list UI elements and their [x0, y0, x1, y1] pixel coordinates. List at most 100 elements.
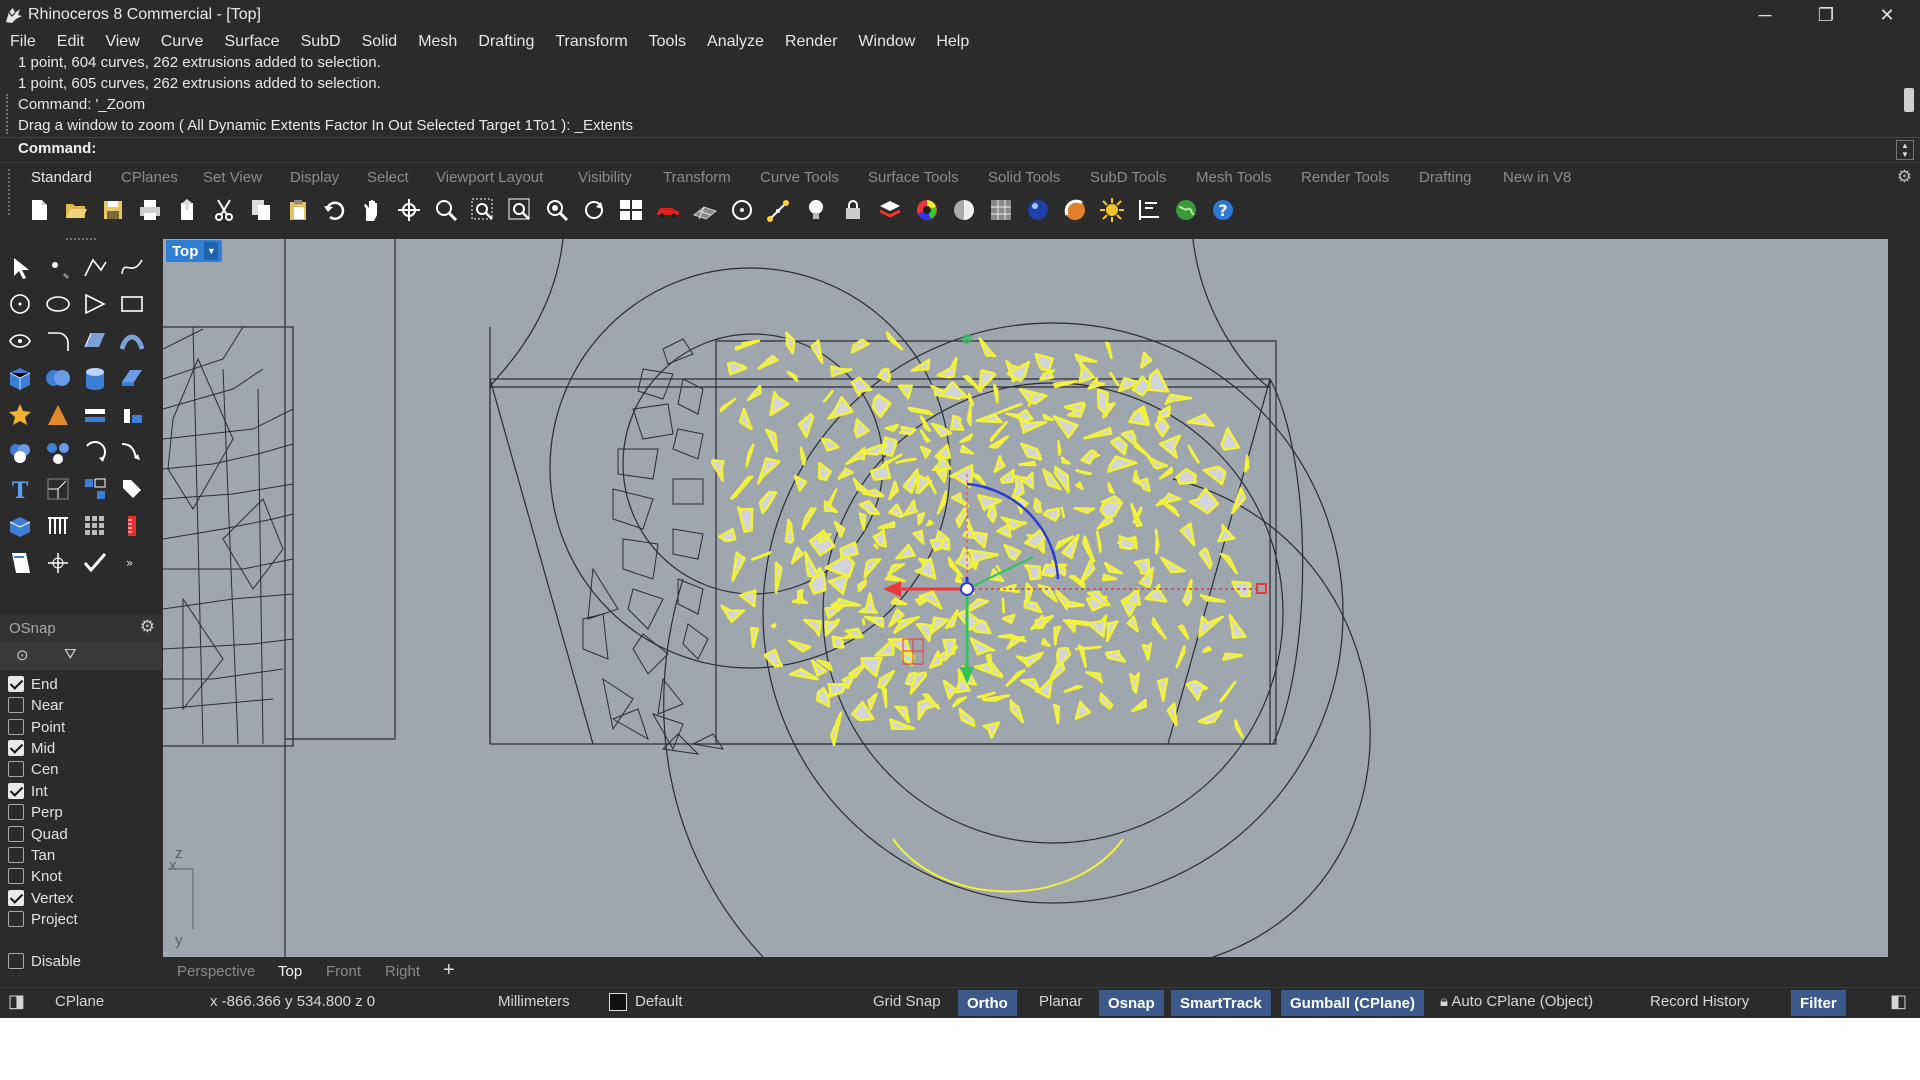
shard-76[interactable] — [1042, 413, 1054, 421]
grid-array-icon[interactable] — [79, 510, 111, 542]
shard-122[interactable] — [746, 384, 763, 401]
shard-120[interactable] — [745, 443, 755, 468]
materials-icon[interactable] — [1056, 194, 1093, 226]
menu-help[interactable]: Help — [936, 33, 969, 51]
text-icon[interactable]: T — [4, 473, 36, 505]
checkbox[interactable] — [8, 719, 24, 735]
explode-icon[interactable] — [4, 399, 36, 431]
tab-top[interactable]: Top — [278, 963, 302, 980]
shard-348[interactable] — [1243, 454, 1250, 473]
shard-228[interactable] — [1060, 506, 1066, 519]
chevron-down-icon[interactable]: ▼ — [204, 242, 219, 260]
shard-295[interactable] — [1052, 415, 1079, 439]
shard-264[interactable] — [895, 543, 917, 560]
shard-105[interactable] — [1079, 559, 1096, 586]
shard-280[interactable] — [1219, 680, 1237, 703]
shard-239[interactable] — [942, 679, 957, 701]
shard-67[interactable] — [799, 446, 807, 466]
shard-16[interactable] — [959, 444, 974, 455]
shard-40[interactable] — [872, 543, 879, 550]
drafting-sheet-icon[interactable] — [4, 547, 36, 579]
shard-75[interactable] — [1018, 388, 1048, 405]
shard-143[interactable] — [787, 639, 812, 653]
menu-edit[interactable]: Edit — [57, 33, 85, 51]
shard-22[interactable] — [877, 520, 896, 530]
shard-104[interactable] — [1095, 530, 1102, 553]
osnap-toggle[interactable]: Osnap — [1099, 990, 1164, 1016]
shard-319[interactable] — [1063, 401, 1086, 413]
rotate-camera-icon[interactable] — [575, 194, 612, 226]
shard-337[interactable] — [907, 406, 934, 416]
shard-198[interactable] — [1084, 671, 1104, 684]
shard-114[interactable] — [824, 618, 841, 637]
shard-45[interactable] — [826, 395, 854, 420]
sun-icon[interactable] — [1093, 194, 1130, 226]
shard-93[interactable] — [756, 457, 781, 485]
contour-icon[interactable] — [42, 510, 74, 542]
rotate-icon[interactable] — [79, 436, 111, 468]
shard-279[interactable] — [1222, 652, 1243, 662]
shard-338[interactable] — [939, 381, 969, 401]
shard-173[interactable] — [750, 626, 760, 649]
shard-255[interactable] — [1198, 615, 1224, 638]
shard-146[interactable] — [731, 551, 747, 582]
shard-324[interactable] — [1202, 465, 1227, 486]
shard-289[interactable] — [887, 503, 905, 519]
shard-66[interactable] — [793, 474, 808, 492]
array-icon[interactable] — [79, 473, 111, 505]
shard-10[interactable] — [888, 480, 900, 501]
shard-27[interactable] — [871, 393, 892, 419]
shard-71[interactable] — [850, 338, 870, 354]
shard-103[interactable] — [1099, 499, 1124, 521]
tab-subd-tools[interactable]: SubD Tools — [1090, 169, 1166, 186]
help-icon[interactable]: ? — [1204, 194, 1241, 226]
shard-241[interactable] — [915, 622, 934, 643]
shard-320[interactable] — [1096, 388, 1109, 417]
paste-icon[interactable] — [279, 194, 316, 226]
cplane-label[interactable]: CPlane — [55, 993, 104, 1010]
shard-69[interactable] — [822, 389, 834, 403]
shard-68[interactable] — [797, 412, 815, 439]
layer-indicator[interactable]: Default — [609, 993, 683, 1012]
shard-325[interactable] — [1230, 487, 1247, 515]
shard-235[interactable] — [1156, 677, 1169, 702]
shard-118[interactable] — [737, 506, 754, 533]
shard-249[interactable] — [1074, 481, 1084, 491]
shard-218[interactable] — [1009, 699, 1025, 724]
shard-168[interactable] — [894, 705, 911, 724]
toolbar-grip[interactable] — [8, 169, 12, 215]
shard-234[interactable] — [1175, 644, 1186, 669]
shard-266[interactable] — [936, 490, 948, 515]
shard-315[interactable] — [930, 422, 953, 438]
shard-253[interactable] — [1160, 556, 1186, 574]
shard-26[interactable] — [853, 418, 870, 439]
extrude-icon[interactable] — [116, 362, 148, 394]
select-arrow-icon[interactable] — [4, 252, 36, 284]
shard-201[interactable] — [1005, 669, 1026, 687]
shard-174[interactable] — [720, 604, 746, 624]
tab-right[interactable]: Right — [385, 963, 420, 980]
split-icon[interactable] — [79, 399, 111, 431]
ortho-toggle[interactable]: Ortho — [958, 990, 1017, 1016]
shard-97[interactable] — [810, 339, 824, 365]
shard-128[interactable] — [1109, 436, 1128, 456]
checkbox[interactable] — [8, 868, 24, 884]
shard-298[interactable] — [1146, 455, 1169, 470]
shard-79[interactable] — [1073, 506, 1096, 515]
shard-292[interactable] — [959, 433, 974, 444]
shard-83[interactable] — [1001, 597, 1006, 614]
grid-plane-icon[interactable] — [686, 194, 723, 226]
panel-grip[interactable] — [66, 238, 96, 240]
command-spinner[interactable]: ▲ ▼ — [1896, 140, 1914, 160]
shard-116[interactable] — [774, 561, 783, 594]
tab-curve-tools[interactable]: Curve Tools — [760, 169, 839, 186]
shard-161[interactable] — [1105, 619, 1119, 643]
shaded-sphere-icon[interactable] — [945, 194, 982, 226]
four-viewports-icon[interactable] — [612, 194, 649, 226]
shard-205[interactable] — [995, 564, 1002, 573]
shard-242[interactable] — [914, 597, 929, 606]
shard-322[interactable] — [1154, 417, 1170, 438]
osnap-points-icon[interactable] — [760, 194, 797, 226]
tab-new-in-v8[interactable]: New in V8 — [1503, 169, 1571, 186]
shard-310[interactable] — [839, 541, 859, 560]
